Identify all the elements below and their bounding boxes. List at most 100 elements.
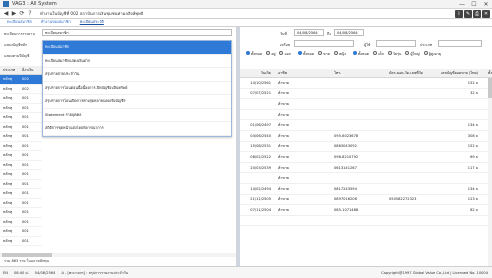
report-type-select[interactable]: ทะเบียนสมาชิก: [42, 29, 232, 36]
radio-dot[interactable]: [318, 51, 323, 55]
col-header-type[interactable]: ประเภท: [0, 67, 20, 73]
table-row[interactable]: หลักทุ 001: [0, 161, 42, 170]
radio-status-all[interactable]: ทั้งหมด: [246, 51, 262, 57]
table-row[interactable]: หลักทุ 001: [0, 104, 42, 113]
cell-occupation: ค้าขาย: [278, 144, 290, 149]
table-row[interactable]: หลักทุ 001: [0, 218, 42, 227]
radio-age-teen[interactable]: วัยรุ่น: [387, 51, 401, 57]
branch-input[interactable]: [294, 40, 354, 47]
radio-age-adult[interactable]: ผู้ใหญ่: [405, 51, 420, 57]
table-row[interactable]: 15/08/2531 ค้าขาย 0863043092 152 ธ: [240, 142, 492, 153]
minimize-button[interactable]: —: [456, 0, 468, 9]
help-icon[interactable]: ?: [26, 10, 34, 18]
table-row[interactable]: หลักทุ 001: [0, 113, 42, 123]
cell-occupation: ค้าขาย: [278, 197, 290, 202]
maximize-button[interactable]: ☐: [468, 0, 480, 9]
table-row[interactable]: หลักทุ 001: [0, 180, 42, 189]
radio-age-child[interactable]: เด็ก: [373, 51, 384, 57]
table-row[interactable]: หลักทุ 001: [0, 142, 42, 151]
table-row[interactable]: ค้าขาย: [240, 173, 492, 184]
table-row[interactable]: [240, 216, 492, 227]
table-row[interactable]: 07/11/2504 ค้าขาย 085-1071488 82 ธ: [240, 205, 492, 216]
report-option[interactable]: ทะเบียนสมาชิก: [43, 41, 231, 55]
radio-dot[interactable]: [423, 51, 428, 55]
date-from-input[interactable]: 04/08/2564: [294, 29, 324, 36]
right-vertical-scrollbar[interactable]: [488, 78, 492, 266]
close-icon[interactable]: ✕: [482, 10, 490, 18]
table-row[interactable]: 14/10/2561 ค้าขาย 152 ธ: [240, 78, 492, 89]
col-header-card[interactable]: บัตร-ยอด-วัด-เลขที่วัด: [387, 70, 435, 76]
table-row[interactable]: หลักทุ 001: [0, 189, 42, 199]
radio-dot[interactable]: [246, 51, 250, 55]
radio-dot[interactable]: [352, 51, 357, 55]
report-option[interactable]: สถิติการชุดหน้าแต่งโดยพิจารณาการ: [43, 122, 231, 136]
table-row[interactable]: ค้าขาย: [240, 110, 492, 121]
tab-member-register[interactable]: ทะเบียนสมาชิก: [4, 18, 35, 26]
print-icon[interactable]: ⎙: [473, 10, 481, 18]
radio-gender-all[interactable]: ทั้งหมด: [297, 51, 314, 57]
tab-member-work[interactable]: ทำงานของสมาชิก: [38, 18, 74, 26]
report-option[interactable]: สรุปรายการโอนตอนนี้อนิ้องการ-ปิดบัญชีงบส…: [43, 82, 231, 95]
radio-dot[interactable]: [333, 51, 338, 55]
radio-dot[interactable]: [373, 51, 378, 55]
refresh-icon[interactable]: ⟳: [18, 10, 26, 18]
user-input[interactable]: [376, 40, 416, 47]
col-header-currency[interactable]: ลิ่งาเงิน: [20, 67, 42, 73]
radio-age-elder[interactable]: ผู้สูงอายุ: [423, 51, 441, 57]
table-row[interactable]: 08/02/2522 ค้าขาย 098-8210792 69 ธ: [240, 152, 492, 163]
report-option[interactable]: ทะเบียนสมาชิกแสดงเงินฝาก: [43, 55, 231, 68]
col-header-birthdate[interactable]: วันเกิด: [240, 70, 274, 76]
table-row[interactable]: หลักทุ 001: [0, 151, 42, 161]
radio-gender-female[interactable]: หญิง: [333, 51, 346, 57]
cell-type: หลักทุ: [3, 143, 13, 148]
radio-status-active[interactable]: อยู่: [266, 51, 275, 57]
edit-icon[interactable]: ✎: [464, 10, 472, 18]
table-row[interactable]: 07/07/2521 ค้าขาย 32 ธ: [240, 89, 492, 100]
table-row[interactable]: หลักทุ 001: [0, 227, 42, 237]
col-header-amount[interactable]: เลขบัญชียอดขาย (ไทย): [435, 70, 481, 76]
report-type-dropdown[interactable]: ทะเบียนสมาชิก ทะเบียนสมาชิกแสดงเงินฝาก ส…: [42, 40, 232, 137]
tab-history-register[interactable]: ทะเบียนประวัติ: [77, 18, 107, 26]
close-window-button[interactable]: ✕: [480, 0, 492, 9]
table-row[interactable]: หลักทุ 001: [0, 237, 42, 246]
table-row[interactable]: หลักทุ 001: [0, 208, 42, 218]
report-option[interactable]: Statement รายบุคคล: [43, 109, 231, 122]
left-horizontal-scrollbar[interactable]: [0, 253, 236, 257]
table-row[interactable]: 04/06/2540 ค้าขาย 095-6023678 308 ธ: [240, 131, 492, 142]
cell-code: 001: [22, 124, 29, 129]
table-row[interactable]: หลักทุ 001: [0, 199, 42, 208]
radio-gender-male[interactable]: ชาย: [318, 51, 330, 57]
table-row[interactable]: หลักทุ 001: [0, 94, 42, 104]
report-option[interactable]: สรุปรายการโอนเปิดการค่างสุดหลายบอดเชิงบั…: [43, 95, 231, 109]
radio-dot[interactable]: [279, 51, 284, 55]
back-icon[interactable]: ◀: [2, 10, 10, 18]
table-row[interactable]: หลักทุ 001: [0, 170, 42, 180]
table-row[interactable]: หลักทุ 002: [0, 85, 42, 94]
date-to-input[interactable]: 04/08/2564: [334, 29, 364, 36]
scroll-thumb[interactable]: [488, 78, 492, 98]
col-header-occupation[interactable]: อาชีพ: [274, 70, 332, 76]
radio-dot[interactable]: [266, 51, 271, 55]
info-icon[interactable]: i: [455, 10, 463, 18]
radio-age-all[interactable]: ทั้งหมด: [352, 51, 369, 57]
col-header-phone[interactable]: โทร.: [332, 70, 387, 76]
forward-icon[interactable]: ▶: [10, 10, 18, 18]
table-row[interactable]: หลักทุ 001: [0, 132, 42, 142]
table-row[interactable]: ค้าขาย: [240, 99, 492, 110]
table-row[interactable]: หลักทุ 002: [0, 75, 42, 85]
col-header-extra[interactable]: ทั้ง: [481, 70, 492, 76]
table-row[interactable]: 21/11/2505 ค้าขาย 0897016206 050582272323 12…: [240, 195, 492, 206]
table-row[interactable]: 20/03/2539 ค้าขาย 0613141267 117 ธ: [240, 163, 492, 174]
scroll-thumb[interactable]: [2, 253, 52, 257]
radio-dot[interactable]: [387, 51, 392, 55]
table-row[interactable]: 01/06/2497 ค้าขาย 134 ธ: [240, 120, 492, 131]
radio-dot[interactable]: [297, 51, 302, 55]
radio-status-left[interactable]: ออก: [279, 51, 291, 57]
table-row[interactable]: หลักทุ 001: [0, 123, 42, 132]
radio-label: ผู้ใหญ่: [410, 52, 420, 56]
cell-phone: 098-8210792: [334, 154, 359, 159]
type-input[interactable]: [438, 40, 482, 47]
radio-dot[interactable]: [405, 51, 410, 55]
report-option[interactable]: สรุปรายจ่ายประจำวัน: [43, 68, 231, 82]
table-row[interactable]: 14/02/2494 ค้าขาย 0817243594 134 ธ: [240, 184, 492, 195]
